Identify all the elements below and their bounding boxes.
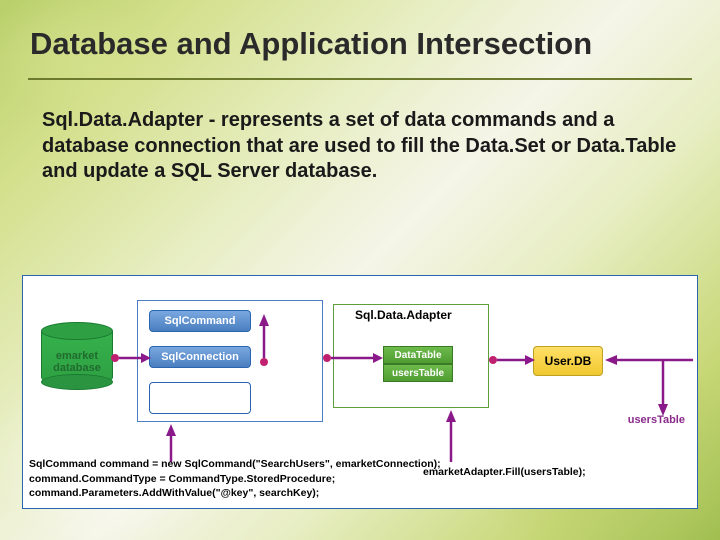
datatable-box: DataTable — [383, 346, 453, 364]
slide-title: Database and Application Intersection — [0, 0, 720, 72]
code-right: emarketAdapter.Fill(usersTable); — [423, 466, 586, 478]
diagram-panel: emarket database SqlCommand SqlConnectio… — [22, 275, 698, 509]
code-left-line-2: command.CommandType = CommandType.Stored… — [29, 472, 441, 486]
adapter-label: Sql.Data.Adapter — [355, 308, 452, 322]
code-left: SqlCommand command = new SqlCommand("Sea… — [29, 457, 441, 500]
slide-body: Sql.Data.Adapter - represents a set of d… — [0, 80, 720, 185]
userdb-box: User.DB — [533, 346, 603, 376]
sqlcommand-box: SqlCommand — [149, 310, 251, 332]
arrow-right-to-userdb — [603, 352, 693, 368]
arrow-userstable-down — [655, 360, 671, 416]
sqlconnection-box: SqlConnection — [149, 346, 251, 368]
slide: Database and Application Intersection Sq… — [0, 0, 720, 540]
database-cylinder: emarket database — [41, 322, 113, 390]
code-left-line-1: SqlCommand command = new SqlCommand("Sea… — [29, 457, 441, 471]
arrow-code-to-group — [163, 422, 179, 462]
userstable-box: usersTable — [383, 364, 453, 382]
userstable-label: usersTable — [628, 414, 685, 426]
code-left-line-3: command.Parameters.AddWithValue("@key", … — [29, 486, 441, 500]
arrow-adapter-to-userdb — [489, 352, 535, 368]
database-label: emarket database — [41, 350, 113, 374]
storedproc-box — [149, 382, 251, 414]
arrow-code-to-adapter — [443, 408, 459, 462]
